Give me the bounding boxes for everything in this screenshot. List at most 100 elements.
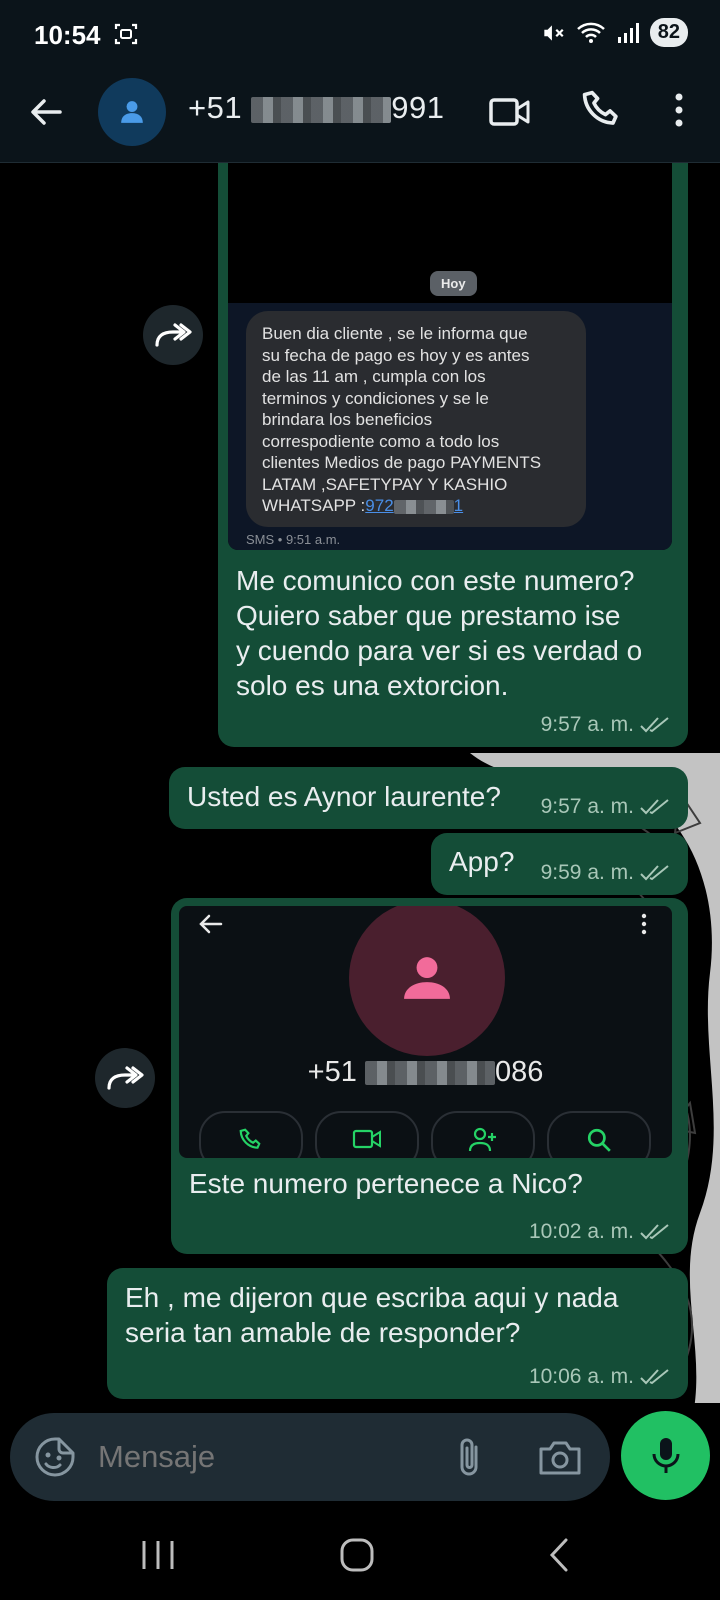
message-line: solo es una extorcion. bbox=[236, 670, 509, 701]
message-bubble-3[interactable]: App? 9:59 a. m. bbox=[431, 833, 688, 895]
phone-icon bbox=[239, 1128, 261, 1149]
message-text: App? bbox=[449, 846, 515, 877]
system-navigation-bar bbox=[0, 1510, 720, 1600]
signal-icon bbox=[617, 22, 639, 43]
forward-button[interactable] bbox=[95, 1048, 155, 1108]
sms-line: su fecha de pago es hoy y es antes bbox=[262, 345, 530, 365]
sms-line: terminos y condiciones y se le bbox=[262, 388, 489, 408]
message-meta: 10:02 a. m. bbox=[529, 1220, 670, 1244]
recents-icon[interactable] bbox=[138, 1538, 178, 1572]
message-composer bbox=[10, 1413, 610, 1501]
person-icon bbox=[121, 101, 143, 123]
sms-line: brindara los beneficios bbox=[262, 410, 433, 429]
message-line: Quiero saber que prestamo ise bbox=[236, 600, 621, 631]
sms-line: LATAM ,SAFETYPAY Y KASHIO bbox=[262, 474, 508, 494]
message-bubble-1[interactable]: Hoy Buen dia cliente , se le informa que… bbox=[218, 163, 688, 747]
add-person-icon bbox=[468, 1127, 496, 1152]
contact-screenshot-image[interactable]: +51 086 bbox=[179, 906, 672, 1158]
read-ticks-icon bbox=[640, 865, 669, 881]
redacted-digits bbox=[251, 96, 392, 123]
read-ticks-icon bbox=[640, 1224, 669, 1240]
message-time: 10:02 a. m. bbox=[528, 1220, 634, 1243]
sms-card: Buen dia cliente , se le informa que su … bbox=[246, 311, 586, 527]
contact-avatar[interactable] bbox=[98, 78, 166, 146]
screenshot-icon bbox=[114, 23, 138, 45]
message-text: Usted es Aynor laurente? bbox=[187, 781, 501, 812]
message-line: seria tan amable de responder? bbox=[125, 1317, 521, 1348]
contact-number-suffix: 086 bbox=[494, 1056, 544, 1088]
message-bubble-2[interactable]: Usted es Aynor laurente? 9:57 a. m. bbox=[169, 767, 688, 829]
voice-message-button[interactable] bbox=[621, 1411, 710, 1500]
forward-icon bbox=[155, 323, 192, 347]
sticker-emoji-icon[interactable] bbox=[32, 1434, 78, 1480]
message-meta: 9:59 a. m. bbox=[541, 861, 670, 885]
mute-icon bbox=[544, 24, 564, 41]
chat-header: +51 991 bbox=[0, 70, 720, 163]
status-icons: 82 bbox=[540, 18, 688, 47]
contact-name[interactable]: +51 991 bbox=[188, 90, 444, 126]
contact-number: +51 086 bbox=[179, 1056, 672, 1089]
video-icon bbox=[352, 1129, 381, 1149]
message-bubble-4[interactable]: +51 086 Este numero pertenece a Nico? 10… bbox=[171, 898, 688, 1254]
forward-icon bbox=[107, 1066, 144, 1090]
message-meta: 9:57 a. m. bbox=[541, 713, 670, 737]
sms-whatsapp-link: 972 1 bbox=[365, 496, 463, 515]
sms-meta: SMS • 9:51 a.m. bbox=[246, 532, 341, 547]
sms-whatsapp-line: WHATSAPP :972 1 bbox=[262, 495, 570, 517]
message-time: 9:57 a. m. bbox=[540, 795, 634, 818]
video-call-icon[interactable] bbox=[488, 90, 532, 134]
call-action bbox=[199, 1111, 303, 1158]
back-arrow-icon[interactable] bbox=[22, 88, 70, 136]
status-bar: 10:54 82 bbox=[0, 0, 720, 70]
forward-button[interactable] bbox=[143, 305, 203, 365]
home-icon[interactable] bbox=[338, 1535, 378, 1575]
contact-number-suffix: 991 bbox=[391, 90, 445, 125]
message-line: Me comunico con este numero? bbox=[236, 565, 635, 596]
message-text: Eh , me dijeron que escriba aqui y nada … bbox=[125, 1280, 618, 1350]
status-time: 10:54 bbox=[34, 20, 101, 50]
message-time: 9:57 a. m. bbox=[540, 713, 634, 736]
sms-number-start: 972 bbox=[365, 496, 394, 515]
message-text: Me comunico con este numero? Quiero sabe… bbox=[236, 563, 676, 703]
contact-avatar bbox=[349, 906, 505, 1056]
search-action bbox=[547, 1111, 651, 1158]
add-contact-action bbox=[431, 1111, 535, 1158]
chat-messages[interactable]: Hoy Buen dia cliente , se le informa que… bbox=[0, 163, 720, 1403]
person-icon bbox=[404, 957, 450, 999]
more-options-icon bbox=[641, 913, 647, 935]
message-time: 10:06 a. m. bbox=[528, 1365, 634, 1388]
message-bubble-5[interactable]: Eh , me dijeron que escriba aqui y nada … bbox=[107, 1268, 688, 1399]
back-icon[interactable] bbox=[544, 1536, 574, 1574]
search-icon bbox=[587, 1128, 611, 1152]
attachment-icon[interactable] bbox=[450, 1435, 490, 1479]
microphone-icon bbox=[652, 1437, 679, 1473]
contact-number-prefix: +51 bbox=[188, 90, 243, 125]
read-ticks-icon bbox=[640, 799, 669, 815]
message-time: 9:59 a. m. bbox=[540, 861, 634, 884]
message-line: y cuendo para ver si es verdad o bbox=[236, 635, 643, 666]
sms-line: clientes Medios de pago PAYMENTS bbox=[262, 453, 542, 472]
message-line: Eh , me dijeron que escriba aqui y nada bbox=[125, 1282, 619, 1313]
video-action bbox=[315, 1111, 419, 1158]
message-meta: 10:06 a. m. bbox=[529, 1365, 670, 1389]
more-options-icon[interactable] bbox=[664, 88, 694, 132]
sms-line: Buen dia cliente , se le informa que bbox=[262, 324, 528, 343]
message-text: Este numero pertenece a Nico? bbox=[189, 1168, 583, 1199]
message-input[interactable] bbox=[98, 1435, 418, 1479]
sms-screenshot-image[interactable]: Hoy Buen dia cliente , se le informa que… bbox=[228, 163, 672, 550]
wifi-icon bbox=[576, 22, 605, 43]
date-pill: Hoy bbox=[430, 271, 477, 296]
read-ticks-icon bbox=[640, 1369, 669, 1385]
contact-number-prefix: +51 bbox=[307, 1056, 357, 1088]
read-ticks-icon bbox=[640, 717, 669, 733]
sms-line: de las 11 am , cumpla con los bbox=[262, 367, 486, 386]
redacted-digits bbox=[364, 1061, 495, 1086]
redacted-digits bbox=[393, 499, 454, 514]
sms-number-end: 1 bbox=[453, 496, 464, 515]
battery-indicator: 82 bbox=[649, 18, 688, 47]
contact-actions bbox=[199, 1111, 651, 1158]
back-arrow-icon bbox=[199, 914, 223, 934]
camera-icon[interactable] bbox=[537, 1435, 583, 1479]
sms-line: correspodiente como a todo los bbox=[262, 431, 500, 451]
phone-call-icon[interactable] bbox=[580, 88, 624, 132]
